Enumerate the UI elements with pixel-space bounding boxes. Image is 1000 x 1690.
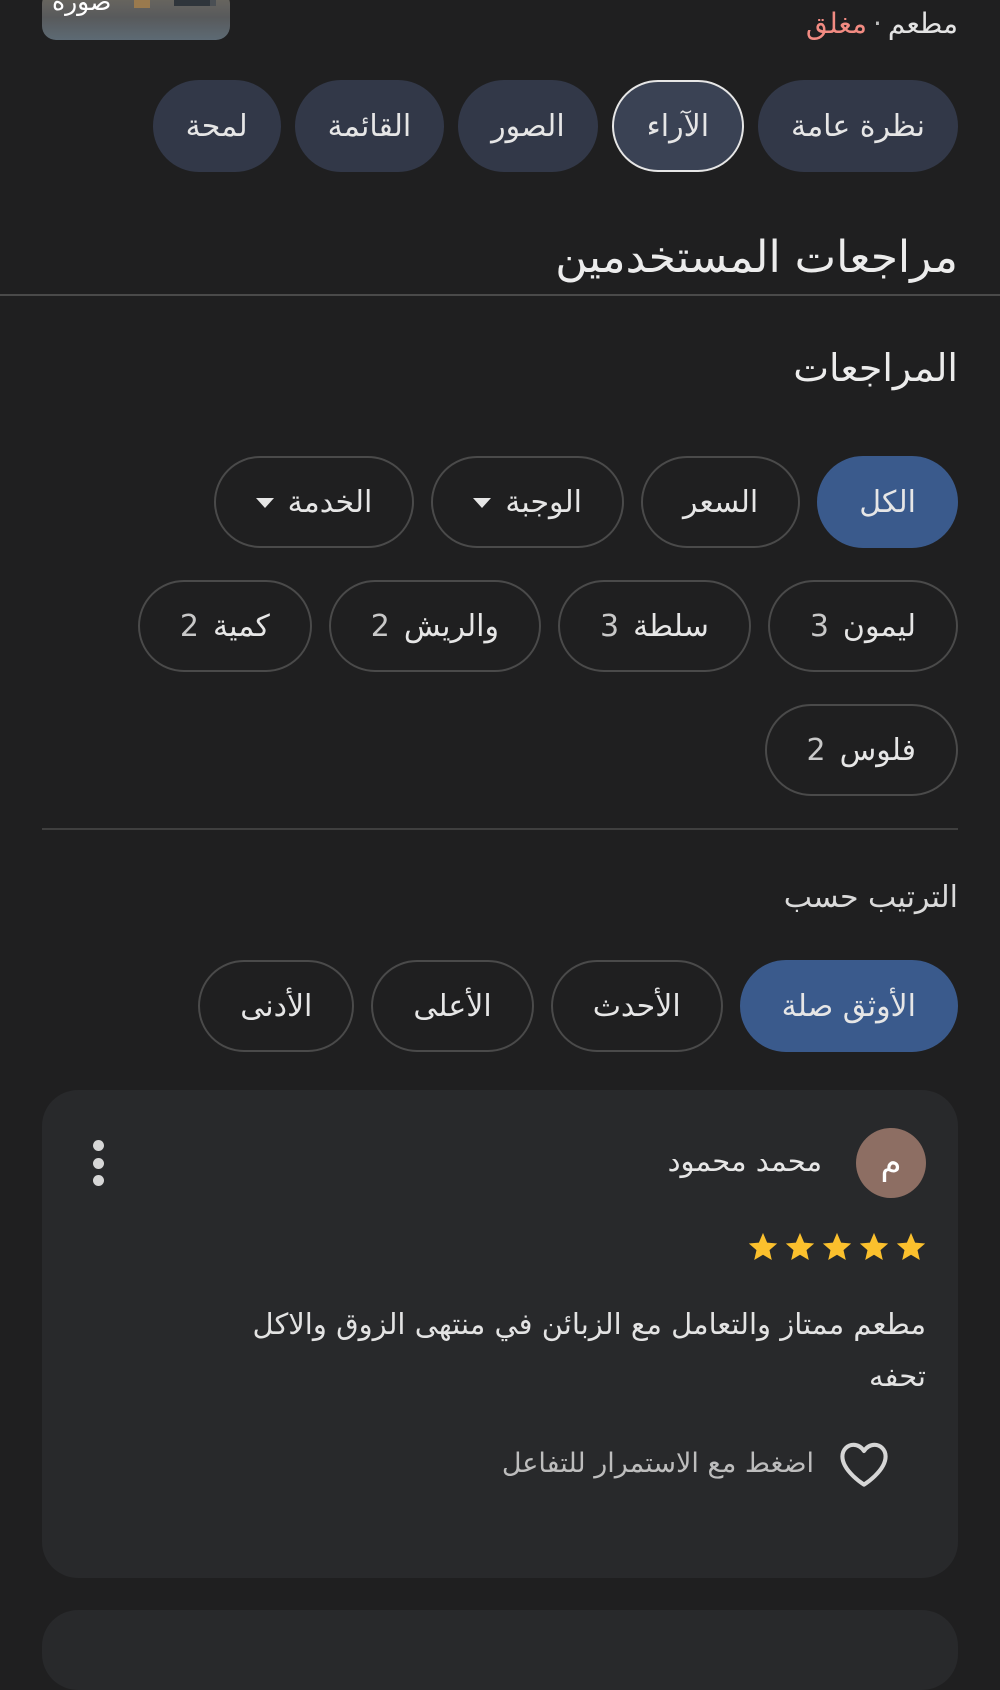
topic-count: 3 bbox=[599, 608, 620, 644]
sort-chip-lowest[interactable]: الأدنى bbox=[198, 960, 355, 1052]
star-icon bbox=[785, 1232, 815, 1261]
dropdown-caret-icon bbox=[255, 498, 274, 508]
sort-chip-label: الأدنى bbox=[240, 988, 313, 1024]
topic-label: سلطة bbox=[633, 608, 709, 644]
place-category: مطعم bbox=[887, 7, 958, 40]
dropdown-caret-icon bbox=[473, 498, 492, 508]
reviews-heading: المراجعات bbox=[793, 346, 958, 390]
tab-photos[interactable]: الصور bbox=[458, 80, 598, 172]
topic-chip-money[interactable]: فلوس 2 bbox=[764, 704, 958, 796]
review-filter-row: الكل السعر الوجبة الخدمة bbox=[213, 456, 958, 548]
filter-divider bbox=[42, 828, 958, 830]
filter-chip-all[interactable]: الكل bbox=[817, 456, 958, 548]
open-status: مغلق bbox=[805, 7, 867, 40]
topic-count: 2 bbox=[179, 608, 199, 644]
heart-outline-icon[interactable] bbox=[836, 1438, 892, 1488]
photo-window-detail bbox=[174, 0, 216, 6]
sort-chip-label: الأحدث bbox=[592, 988, 681, 1024]
like-row: اضغط مع الاستمرار للتفاعل bbox=[502, 1438, 892, 1488]
filter-chip-price[interactable]: السعر bbox=[640, 456, 801, 548]
sort-chip-row: الأوثق صلة الأحدث الأعلى الأدنى bbox=[198, 960, 958, 1052]
filter-chip-meal[interactable]: الوجبة bbox=[431, 456, 624, 548]
sort-chip-label: الأعلى bbox=[413, 988, 492, 1024]
place-meta: مطعم·مغلق bbox=[806, 4, 958, 44]
topic-chip-lemon[interactable]: ليمون 3 bbox=[767, 580, 958, 672]
topic-count: 2 bbox=[370, 608, 390, 644]
photo-door-detail bbox=[134, 0, 150, 8]
section-divider bbox=[0, 294, 1000, 296]
more-vert-icon[interactable] bbox=[90, 1140, 106, 1186]
meta-separator: · bbox=[872, 7, 882, 40]
filter-chip-service[interactable]: الخدمة bbox=[213, 456, 415, 548]
topic-label: فلوس bbox=[839, 732, 916, 768]
sort-label: الترتيب حسب bbox=[783, 880, 958, 915]
avatar[interactable]: م bbox=[856, 1128, 926, 1198]
topic-chip-ribs[interactable]: والريش 2 bbox=[328, 580, 541, 672]
star-icon bbox=[822, 1232, 852, 1261]
photo-label: صورة bbox=[52, 0, 112, 16]
next-review-card bbox=[42, 1610, 958, 1690]
star-rating bbox=[746, 1230, 928, 1264]
reviewer-name[interactable]: محمد محمود bbox=[668, 1144, 822, 1178]
star-icon bbox=[896, 1232, 926, 1261]
review-card: م محمد محمود مطعم ممتاز والتعامل مع الزب… bbox=[42, 1090, 958, 1578]
tab-about[interactable]: لمحة bbox=[152, 80, 281, 172]
topic-chip-quantity[interactable]: كمية 2 bbox=[137, 580, 312, 672]
sort-chip-label: الأوثق صلة bbox=[781, 988, 916, 1024]
topic-count: 3 bbox=[809, 608, 829, 644]
tab-overview[interactable]: نظرة عامة bbox=[758, 80, 958, 172]
sort-chip-newest[interactable]: الأحدث bbox=[550, 960, 723, 1052]
star-icon bbox=[859, 1232, 889, 1261]
topic-label: والريش bbox=[403, 608, 499, 644]
filter-chip-label: الوجبة bbox=[505, 484, 582, 520]
star-icon bbox=[748, 1232, 778, 1261]
tab-reviews[interactable]: الآراء bbox=[611, 80, 745, 172]
topic-label: ليمون bbox=[842, 608, 916, 644]
topic-chip-row: ليمون 3 سلطة 3 والريش 2 كمية 2 bbox=[137, 580, 958, 672]
like-hint: اضغط مع الاستمرار للتفاعل bbox=[501, 1447, 814, 1479]
sort-chip-highest[interactable]: الأعلى bbox=[371, 960, 534, 1052]
place-tabs: نظرة عامة الآراء الصور القائمة لمحة bbox=[152, 80, 958, 172]
review-text: مطعم ممتاز والتعامل مع الزبائن في منتهى … bbox=[252, 1307, 926, 1393]
filter-chip-label: السعر bbox=[682, 484, 759, 520]
section-title: مراجعات المستخدمين bbox=[555, 232, 958, 283]
topic-label: كمية bbox=[212, 608, 270, 644]
topic-count: 2 bbox=[806, 732, 826, 768]
tab-menu[interactable]: القائمة bbox=[294, 80, 445, 172]
place-photo-thumbnail[interactable]: صورة bbox=[42, 0, 230, 40]
topic-chip-salad[interactable]: سلطة 3 bbox=[557, 580, 751, 672]
filter-chip-label: الكل bbox=[859, 484, 916, 520]
topic-chip-row: فلوس 2 bbox=[764, 704, 958, 796]
sort-chip-most-relevant[interactable]: الأوثق صلة bbox=[739, 960, 958, 1052]
filter-chip-label: الخدمة bbox=[287, 484, 373, 520]
